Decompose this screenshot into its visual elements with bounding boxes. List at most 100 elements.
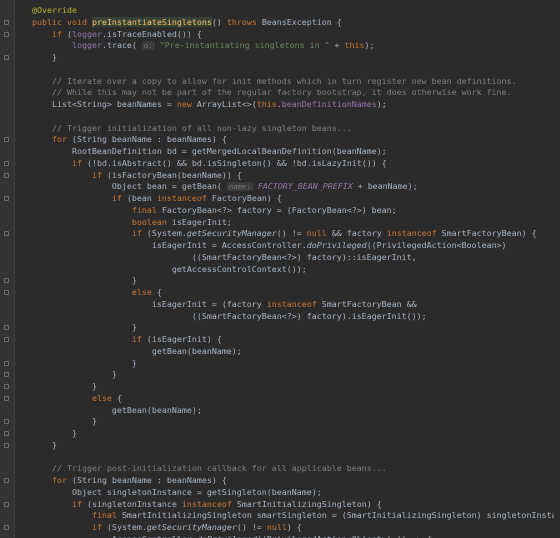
fold-marker-icon[interactable] bbox=[4, 372, 9, 378]
code-area[interactable]: @Override public void preInstantiateSingl… bbox=[32, 5, 560, 538]
code-line[interactable]: Object bean = getBean( name: FACTORY_BEA… bbox=[32, 181, 560, 193]
code-line[interactable]: // Iterate over a copy to allow for init… bbox=[32, 76, 560, 88]
code-line[interactable]: } bbox=[32, 52, 560, 64]
code-line[interactable]: getBean(beanName); bbox=[32, 405, 560, 417]
code-token: // While this may not be part of the reg… bbox=[32, 87, 512, 98]
code-line[interactable]: getAccessControlContext()); bbox=[32, 264, 560, 276]
code-line[interactable]: if (!bd.isAbstract() && bd.isSingleton()… bbox=[32, 158, 560, 170]
code-line[interactable] bbox=[32, 64, 560, 76]
vertical-scrollbar[interactable] bbox=[554, 0, 560, 538]
code-line[interactable]: if (isEagerInit) { bbox=[32, 334, 560, 346]
fold-marker-icon[interactable] bbox=[4, 501, 9, 507]
fold-marker-icon[interactable] bbox=[4, 395, 9, 401]
code-line[interactable]: @Override bbox=[32, 5, 560, 17]
code-token: { bbox=[116, 392, 122, 403]
code-line[interactable]: public void preInstantiateSingletons() t… bbox=[32, 16, 560, 29]
code-token: if bbox=[51, 28, 67, 39]
code-line[interactable]: } bbox=[32, 358, 560, 370]
code-token: ArrayList<>( bbox=[196, 99, 257, 109]
code-line[interactable]: Object singletonInstance = getSingleton(… bbox=[32, 487, 560, 499]
code-line[interactable]: } bbox=[32, 369, 560, 381]
fold-marker-icon[interactable] bbox=[4, 337, 9, 342]
code-token: } bbox=[32, 439, 57, 450]
code-line[interactable]: } bbox=[32, 440, 560, 452]
code-line[interactable]: getBean(beanName); bbox=[32, 346, 560, 358]
code-token: Object singletonInstance = getSingleton(… bbox=[32, 486, 322, 497]
code-token: for bbox=[51, 134, 72, 145]
code-line[interactable]: if (bean instanceof FactoryBean) { bbox=[32, 193, 560, 205]
fold-marker-icon[interactable] bbox=[4, 278, 9, 284]
code-token: .isTraceEnabled()) { bbox=[101, 28, 202, 39]
code-token: getBean(beanName); bbox=[32, 404, 202, 415]
code-token: ); bbox=[364, 40, 375, 51]
fold-marker-icon[interactable] bbox=[4, 442, 9, 448]
code-line[interactable] bbox=[32, 111, 560, 123]
code-token: ((SmartFactoryBean<?>) factory)::isEager… bbox=[32, 251, 417, 262]
code-line[interactable]: // While this may not be part of the reg… bbox=[32, 87, 560, 99]
code-token: AccessController. bbox=[32, 534, 197, 538]
code-token: logger bbox=[71, 28, 102, 39]
fold-marker-icon[interactable] bbox=[4, 325, 9, 331]
fold-marker-icon[interactable] bbox=[4, 431, 9, 436]
fold-marker-icon[interactable] bbox=[4, 19, 9, 25]
code-line[interactable]: isEagerInit = (factory instanceof SmartF… bbox=[32, 299, 560, 311]
code-token: FactoryBean<?> factory = (FactoryBean<?>… bbox=[161, 204, 397, 215]
fold-marker-icon[interactable] bbox=[4, 137, 9, 143]
code-token: final bbox=[91, 510, 122, 521]
code-token: .trace( bbox=[101, 40, 142, 51]
fold-marker-icon[interactable] bbox=[4, 55, 9, 60]
code-line[interactable]: if (System.getSecurityManager() != null … bbox=[32, 228, 560, 240]
code-line[interactable]: ((SmartFactoryBean<?>) factory)::isEager… bbox=[32, 252, 560, 264]
code-line[interactable]: } bbox=[32, 275, 560, 287]
code-editor[interactable]: @Override public void preInstantiateSingl… bbox=[0, 0, 560, 538]
code-line[interactable]: } bbox=[32, 416, 560, 428]
fold-marker-icon[interactable] bbox=[4, 384, 9, 389]
fold-marker-icon[interactable] bbox=[4, 231, 9, 237]
code-token: // Iterate over a copy to allow for init… bbox=[32, 75, 517, 86]
fold-marker-icon[interactable] bbox=[4, 525, 9, 530]
code-token: logger bbox=[71, 40, 102, 51]
code-token: getBean(beanName); bbox=[32, 345, 242, 356]
code-line[interactable]: // Trigger post-initialization callback … bbox=[32, 463, 560, 475]
fold-marker-icon[interactable] bbox=[4, 478, 9, 483]
fold-marker-icon[interactable] bbox=[4, 160, 9, 166]
fold-marker-icon[interactable] bbox=[4, 360, 9, 366]
code-line[interactable]: final SmartInitializingSingleton smartSi… bbox=[32, 510, 560, 522]
code-line[interactable]: RootBeanDefinition bd = getMergedLocalBe… bbox=[32, 146, 560, 158]
fold-marker-icon[interactable] bbox=[4, 290, 9, 295]
code-line[interactable]: if (singletonInstance instanceof SmartIn… bbox=[32, 499, 560, 511]
code-line[interactable]: isEagerInit = AccessController.doPrivile… bbox=[32, 240, 560, 252]
code-line[interactable]: else { bbox=[32, 287, 560, 299]
code-token: (singletonInstance bbox=[86, 498, 182, 509]
code-line[interactable]: ((SmartFactoryBean<?>) factory).isEagerI… bbox=[32, 311, 560, 323]
code-line[interactable]: if (System.getSecurityManager() != null)… bbox=[32, 522, 560, 534]
code-line[interactable]: else { bbox=[32, 393, 560, 405]
code-token: FactoryBean) { bbox=[211, 193, 282, 203]
code-token: instanceof bbox=[386, 228, 442, 239]
code-line[interactable]: logger.trace( o: "Pre-instantiating sing… bbox=[32, 40, 560, 52]
code-line[interactable]: for (String beanName : beanNames) { bbox=[32, 475, 560, 487]
code-line[interactable]: } bbox=[32, 322, 560, 334]
fold-marker-icon[interactable] bbox=[4, 196, 9, 201]
code-line[interactable]: } bbox=[32, 381, 560, 393]
code-token: if bbox=[131, 334, 147, 344]
code-line[interactable]: final FactoryBean<?> factory = (FactoryB… bbox=[32, 205, 560, 217]
fold-marker-icon[interactable] bbox=[4, 31, 9, 37]
code-line[interactable]: AccessController.doPrivileged((Privilege… bbox=[32, 534, 560, 538]
code-line[interactable]: if (isFactoryBean(beanName)) { bbox=[32, 170, 560, 182]
code-line[interactable]: if (logger.isTraceEnabled()) { bbox=[32, 29, 560, 41]
fold-marker-icon[interactable] bbox=[4, 172, 9, 178]
code-line[interactable]: // Trigger initialization of all non-laz… bbox=[32, 123, 560, 135]
fold-marker-icon[interactable] bbox=[4, 419, 9, 425]
code-line[interactable]: } bbox=[32, 428, 560, 440]
code-line[interactable] bbox=[32, 452, 560, 464]
code-line[interactable]: boolean isEagerInit; bbox=[32, 217, 560, 229]
code-token: (System. bbox=[146, 228, 187, 239]
code-token: beanDefinitionNames bbox=[281, 99, 377, 109]
code-line[interactable]: for (String beanName : beanNames) { bbox=[32, 134, 560, 146]
code-line[interactable]: List<String> beanNames = new ArrayList<>… bbox=[32, 99, 560, 111]
